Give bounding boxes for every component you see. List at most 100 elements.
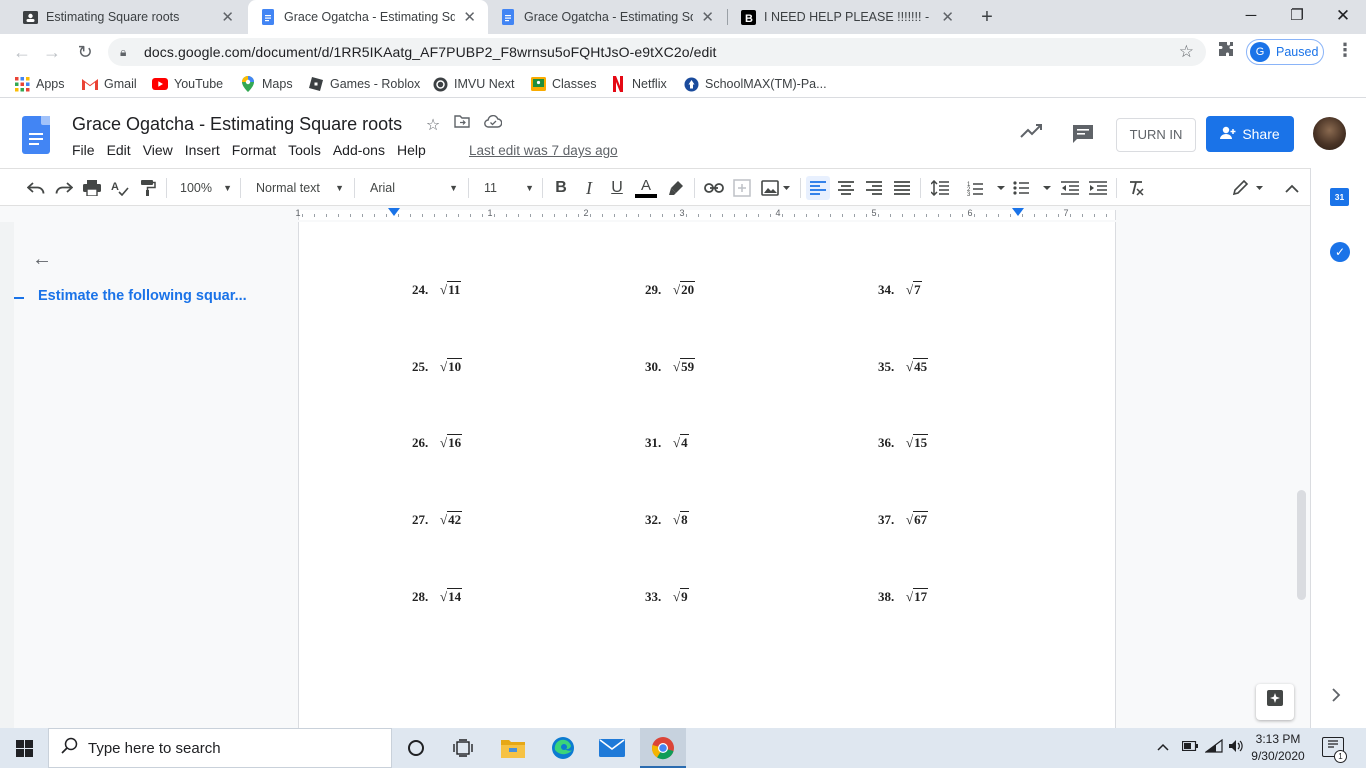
bookmark-netflix[interactable]: Netflix bbox=[610, 75, 667, 93]
task-view-icon[interactable] bbox=[448, 734, 478, 762]
paragraph-style-select[interactable]: Normal text ▼ bbox=[256, 177, 344, 199]
hide-menus-chevron-icon[interactable] bbox=[1280, 176, 1304, 200]
add-comment-icon[interactable] bbox=[730, 176, 754, 200]
chevron-right-icon[interactable] bbox=[1332, 688, 1341, 706]
reload-icon[interactable]: ↻ bbox=[73, 40, 97, 64]
file-explorer-icon[interactable] bbox=[498, 734, 528, 762]
decrease-indent-icon[interactable] bbox=[1058, 176, 1082, 200]
redo-icon[interactable] bbox=[52, 176, 76, 200]
paint-format-icon[interactable] bbox=[136, 176, 160, 200]
new-tab-button[interactable]: + bbox=[976, 4, 998, 30]
bulleted-list-icon[interactable] bbox=[1012, 176, 1054, 200]
bookmark-gmail[interactable]: Gmail bbox=[82, 75, 137, 93]
menu-add-ons[interactable]: Add-ons bbox=[327, 142, 391, 164]
browser-tab-3[interactable]: Grace Ogatcha - Estimating Squa ✕ bbox=[488, 0, 726, 34]
zoom-select[interactable]: 100% ▼ bbox=[180, 177, 232, 199]
undo-icon[interactable] bbox=[24, 176, 48, 200]
bookmark-imvu[interactable]: IMVU Next bbox=[432, 75, 514, 93]
bookmark-roblox[interactable]: Games - Roblox bbox=[308, 75, 420, 93]
close-icon[interactable]: ✕ bbox=[941, 8, 954, 26]
bookmark-apps[interactable]: Apps bbox=[14, 75, 65, 93]
close-icon[interactable]: ✕ bbox=[463, 8, 476, 26]
cloud-saved-icon[interactable] bbox=[483, 114, 503, 133]
toolbar-divider bbox=[920, 178, 921, 198]
edge-browser-icon[interactable] bbox=[548, 734, 578, 762]
bookmark-classes[interactable]: Classes bbox=[530, 75, 596, 93]
editing-mode-icon[interactable] bbox=[1230, 176, 1266, 200]
back-icon[interactable]: ← bbox=[10, 40, 34, 64]
turn-in-button[interactable]: TURN IN bbox=[1116, 118, 1196, 152]
ruler[interactable]: 1 1 2 3 4 5 6 7 bbox=[0, 206, 1310, 222]
comment-icon[interactable] bbox=[1072, 124, 1094, 150]
increase-indent-icon[interactable] bbox=[1086, 176, 1110, 200]
font-family-select[interactable]: Arial ▼ bbox=[370, 177, 458, 199]
menu-tools[interactable]: Tools bbox=[282, 142, 327, 164]
calendar-icon[interactable]: 31 bbox=[1330, 188, 1349, 206]
text-color-icon[interactable]: A bbox=[634, 176, 658, 200]
chrome-icon[interactable] bbox=[648, 734, 678, 762]
move-folder-icon[interactable] bbox=[452, 115, 472, 133]
address-bar[interactable]: 🔒︎ docs.google.com/document/d/1RR5IKAatg… bbox=[108, 38, 1206, 66]
italic-icon[interactable]: I bbox=[578, 176, 600, 200]
menu-format[interactable]: Format bbox=[226, 142, 282, 164]
underline-icon[interactable]: U bbox=[606, 176, 628, 200]
forward-icon[interactable]: → bbox=[40, 40, 64, 64]
docs-logo-icon[interactable] bbox=[22, 116, 50, 154]
menu-file[interactable]: File bbox=[66, 142, 101, 164]
user-avatar[interactable] bbox=[1313, 117, 1346, 150]
clear-formatting-icon[interactable] bbox=[1124, 176, 1148, 200]
tasks-icon[interactable]: ✓ bbox=[1330, 242, 1350, 262]
restore-button[interactable]: ❐ bbox=[1274, 0, 1320, 34]
extensions-puzzle-icon[interactable] bbox=[1216, 41, 1236, 61]
window-close-button[interactable]: ✕ bbox=[1320, 0, 1366, 34]
star-icon[interactable]: ☆ bbox=[423, 115, 443, 135]
align-justify-icon[interactable] bbox=[890, 176, 914, 200]
tray-chevron-up-icon[interactable] bbox=[1157, 739, 1169, 754]
menu-help[interactable]: Help bbox=[391, 142, 432, 164]
battery-icon[interactable] bbox=[1181, 739, 1198, 754]
profile-paused-button[interactable]: G Paused bbox=[1246, 39, 1324, 65]
numbered-list-icon[interactable]: 123 bbox=[966, 176, 1008, 200]
browser-tab-2[interactable]: Grace Ogatcha - Estimating Squa ✕ bbox=[248, 0, 488, 34]
insert-image-icon[interactable] bbox=[758, 176, 794, 200]
print-icon[interactable] bbox=[80, 176, 104, 200]
align-right-icon[interactable] bbox=[862, 176, 886, 200]
close-icon[interactable]: ✕ bbox=[701, 8, 714, 26]
line-spacing-icon[interactable] bbox=[928, 176, 952, 200]
cortana-icon[interactable] bbox=[401, 734, 431, 762]
font-size-select[interactable]: 11 ▼ bbox=[484, 177, 534, 199]
insert-link-icon[interactable] bbox=[702, 176, 726, 200]
bookmark-schoolmax[interactable]: SchoolMAX(TM)-Pa... bbox=[683, 75, 827, 93]
menu-insert[interactable]: Insert bbox=[179, 142, 226, 164]
document-title[interactable]: Grace Ogatcha - Estimating Square roots bbox=[72, 114, 402, 135]
document-page[interactable]: 24. √11 25. √10 26. √16 27. √42 28. √14 29. √2… bbox=[298, 222, 1116, 728]
align-center-icon[interactable] bbox=[834, 176, 858, 200]
bookmark-youtube[interactable]: YouTube bbox=[152, 75, 223, 93]
vertical-scrollbar[interactable] bbox=[1297, 490, 1306, 600]
close-icon[interactable]: ✕ bbox=[221, 8, 234, 26]
volume-icon[interactable] bbox=[1228, 739, 1244, 756]
kebab-menu-icon[interactable]: ⋮ bbox=[1336, 40, 1354, 61]
start-button[interactable] bbox=[0, 728, 48, 768]
mail-icon[interactable] bbox=[597, 734, 627, 762]
bold-icon[interactable]: B bbox=[550, 176, 572, 200]
highlight-pen-icon[interactable] bbox=[664, 176, 688, 200]
taskbar-search-box[interactable]: Type here to search bbox=[48, 728, 392, 768]
network-wifi-icon[interactable] bbox=[1204, 738, 1223, 756]
align-left-icon[interactable] bbox=[806, 176, 830, 200]
spellcheck-icon[interactable]: A bbox=[108, 176, 132, 200]
bookmark-star-icon[interactable]: ☆ bbox=[1179, 42, 1194, 62]
browser-tab-4[interactable]: B I NEED HELP PLEASE !!!!!!! - Brain ✕ bbox=[728, 0, 966, 34]
menu-edit[interactable]: Edit bbox=[101, 142, 137, 164]
activity-trend-icon[interactable] bbox=[1020, 122, 1044, 145]
minimize-button[interactable]: ─ bbox=[1228, 0, 1274, 34]
share-button[interactable]: Share bbox=[1206, 116, 1294, 152]
browser-tab-1[interactable]: Estimating Square roots ✕ bbox=[10, 0, 246, 34]
last-edit-link[interactable]: Last edit was 7 days ago bbox=[469, 143, 618, 158]
back-arrow-icon[interactable]: ← bbox=[32, 248, 52, 271]
explore-sparkle-icon[interactable] bbox=[1256, 684, 1294, 720]
system-clock[interactable]: 3:13 PM 9/30/2020 bbox=[1246, 731, 1310, 765]
bookmark-maps[interactable]: Maps bbox=[240, 75, 293, 93]
outline-heading-item[interactable]: Estimate the following squar... bbox=[38, 288, 247, 304]
menu-view[interactable]: View bbox=[137, 142, 179, 164]
